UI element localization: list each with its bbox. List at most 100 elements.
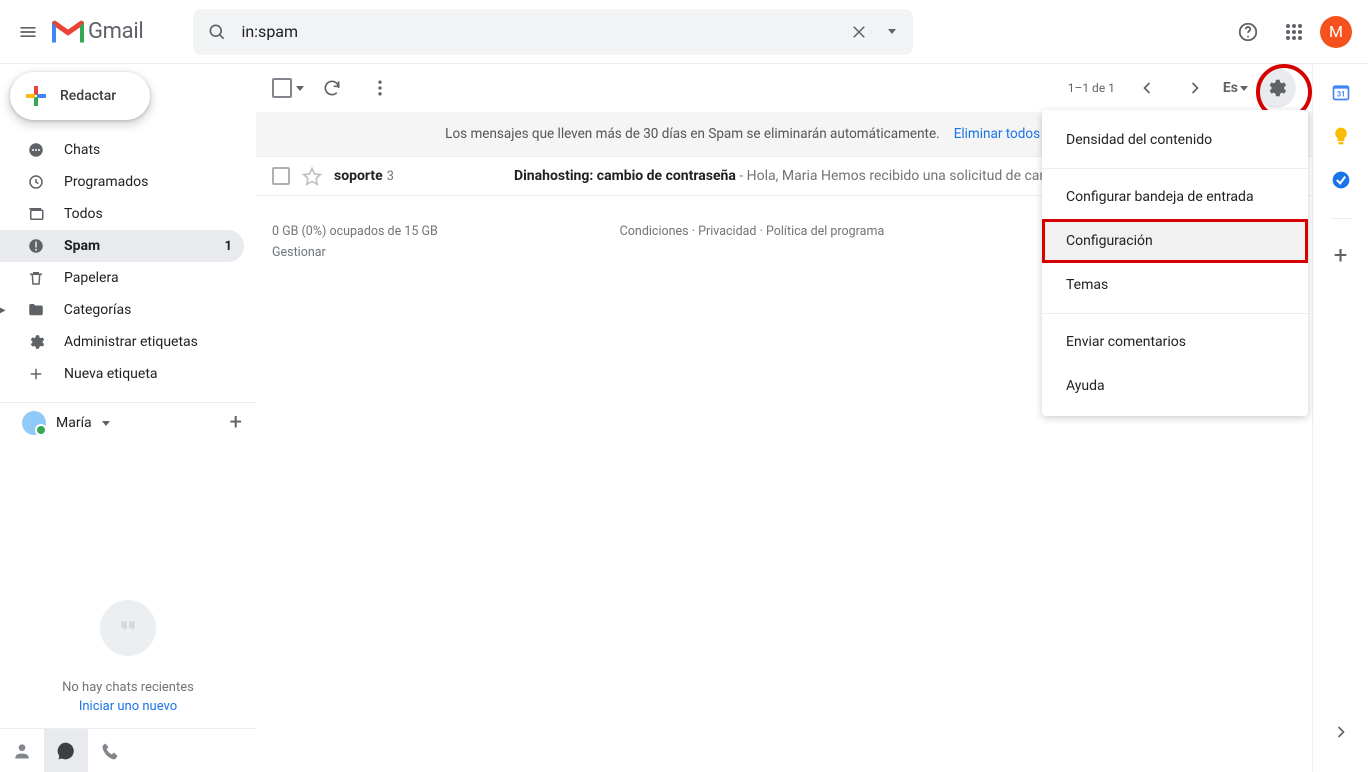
star-icon[interactable] [302,166,322,186]
mail-sender: soporte [334,168,383,184]
svg-text:31: 31 [1336,90,1345,99]
product-name: Gmail [88,19,143,44]
mail-checkbox[interactable] [272,167,290,185]
calendar-app-icon[interactable]: 31 [1331,82,1351,102]
select-menu-caret-icon[interactable] [296,86,304,91]
menu-separator [1042,168,1308,169]
caret-down-icon [102,421,110,426]
chevron-left-icon [1137,78,1157,98]
chevron-right-icon: ▶ [0,305,6,316]
refresh-button[interactable] [312,68,352,108]
refresh-icon [322,78,342,98]
apps-grid-icon [1285,23,1303,41]
search-button[interactable] [199,14,235,50]
menu-item-feedback[interactable]: Enviar comentarios [1042,320,1308,364]
settings-menu: Densidad del contenido Configurar bandej… [1042,110,1308,416]
sidebar-item-trash[interactable]: Papelera [0,262,244,294]
add-contact-button[interactable]: + [230,412,242,434]
sidebar-item-all[interactable]: Todos [0,198,244,230]
input-tools-button[interactable]: Es [1223,80,1248,96]
sidebar-item-manage-labels[interactable]: Administrar etiquetas [0,326,244,358]
pager-text: 1–1 de 1 [1068,81,1115,95]
help-icon [1237,21,1259,43]
trash-icon [27,269,45,287]
hangouts-start-link[interactable]: Iniciar uno nuevo [79,699,177,714]
google-apps-button[interactable] [1274,12,1314,52]
settings-gear-button[interactable] [1256,68,1296,108]
gmail-logo[interactable]: Gmail [52,19,143,44]
search-bar[interactable] [193,9,913,55]
sidebar-item-spam[interactable]: Spam 1 [0,230,244,262]
get-addons-button[interactable]: + [1334,243,1348,267]
manage-storage-link[interactable]: Gestionar [272,245,438,260]
account-name: María [56,415,92,431]
account-avatar[interactable]: M [1320,16,1352,48]
select-all-checkbox[interactable] [272,78,292,98]
plus-multicolor-icon [24,84,48,108]
caret-down-icon [888,29,896,34]
search-icon [207,22,227,42]
sidebar-item-categories[interactable]: ▶ Categorías [0,294,244,326]
clear-search-button[interactable] [841,14,877,50]
sidebar-label: Programados [64,174,232,190]
menu-item-inbox-config[interactable]: Configurar bandeja de entrada [1042,175,1308,219]
menu-item-density[interactable]: Densidad del contenido [1042,118,1308,162]
sidebar-item-chats[interactable]: Chats [0,134,244,166]
more-button[interactable] [360,68,400,108]
sidebar-label: Spam [64,238,207,254]
person-icon [12,741,32,761]
hangouts-tab-chats[interactable] [44,729,88,772]
quote-bubble-icon [56,741,76,761]
sidebar-count: 1 [225,239,232,254]
menu-item-help[interactable]: Ayuda [1042,364,1308,408]
keep-app-icon[interactable] [1331,126,1351,146]
gmail-m-icon [52,20,84,44]
hangouts-empty-text: No hay chats recientes [62,680,194,695]
tasks-app-icon[interactable] [1331,170,1351,190]
hangouts-account-row[interactable]: María + [0,402,256,441]
hamburger-icon [18,22,38,42]
sidebar-label: Todos [64,206,232,222]
folder-icon [27,301,45,319]
page-next-button[interactable] [1175,68,1215,108]
sidebar-label: Chats [64,142,232,158]
hangouts-icon [100,600,156,656]
chevron-right-icon [1185,78,1205,98]
sidebar-label: Papelera [64,270,232,286]
mail-thread-count: 3 [387,169,394,184]
compose-button[interactable]: Redactar [10,72,150,120]
sidebar-label: Nueva etiqueta [64,366,232,382]
sidebar-item-scheduled[interactable]: Programados [0,166,244,198]
mini-avatar-icon [22,411,46,435]
hide-side-panel-button[interactable] [1321,712,1361,752]
support-button[interactable] [1228,12,1268,52]
phone-icon [100,741,120,761]
storage-text: 0 GB (0%) ocupados de 15 GB [272,224,438,239]
input-tools-label: Es [1223,80,1238,96]
menu-separator [1042,313,1308,314]
search-input[interactable] [235,22,841,41]
page-prev-button[interactable] [1127,68,1167,108]
sidebar-label: Administrar etiquetas [64,334,232,350]
main-menu-button[interactable] [8,12,48,52]
gear-icon [1265,77,1287,99]
chat-bubble-icon [27,141,45,159]
more-vert-icon [370,78,390,98]
rail-separator [1330,218,1352,219]
hangouts-tab-contacts[interactable] [0,729,44,772]
footer-terms[interactable]: Condiciones · Privacidad · Política del … [438,224,1066,239]
clock-send-icon [27,173,45,191]
banner-text: Los mensajes que lleven más de 30 días e… [445,126,940,142]
compose-label: Redactar [60,88,116,104]
menu-item-themes[interactable]: Temas [1042,263,1308,307]
menu-item-settings[interactable]: Configuración [1042,219,1308,263]
gear-icon [27,333,45,351]
close-icon [850,23,868,41]
sidebar-label: Categorías [64,302,232,318]
chevron-right-icon [1331,722,1351,742]
search-options-button[interactable] [877,14,907,50]
hangouts-tab-calls[interactable] [88,729,132,772]
sidebar-item-new-label[interactable]: Nueva etiqueta [0,358,244,390]
plus-icon [27,365,45,383]
stacked-mail-icon [27,205,45,223]
